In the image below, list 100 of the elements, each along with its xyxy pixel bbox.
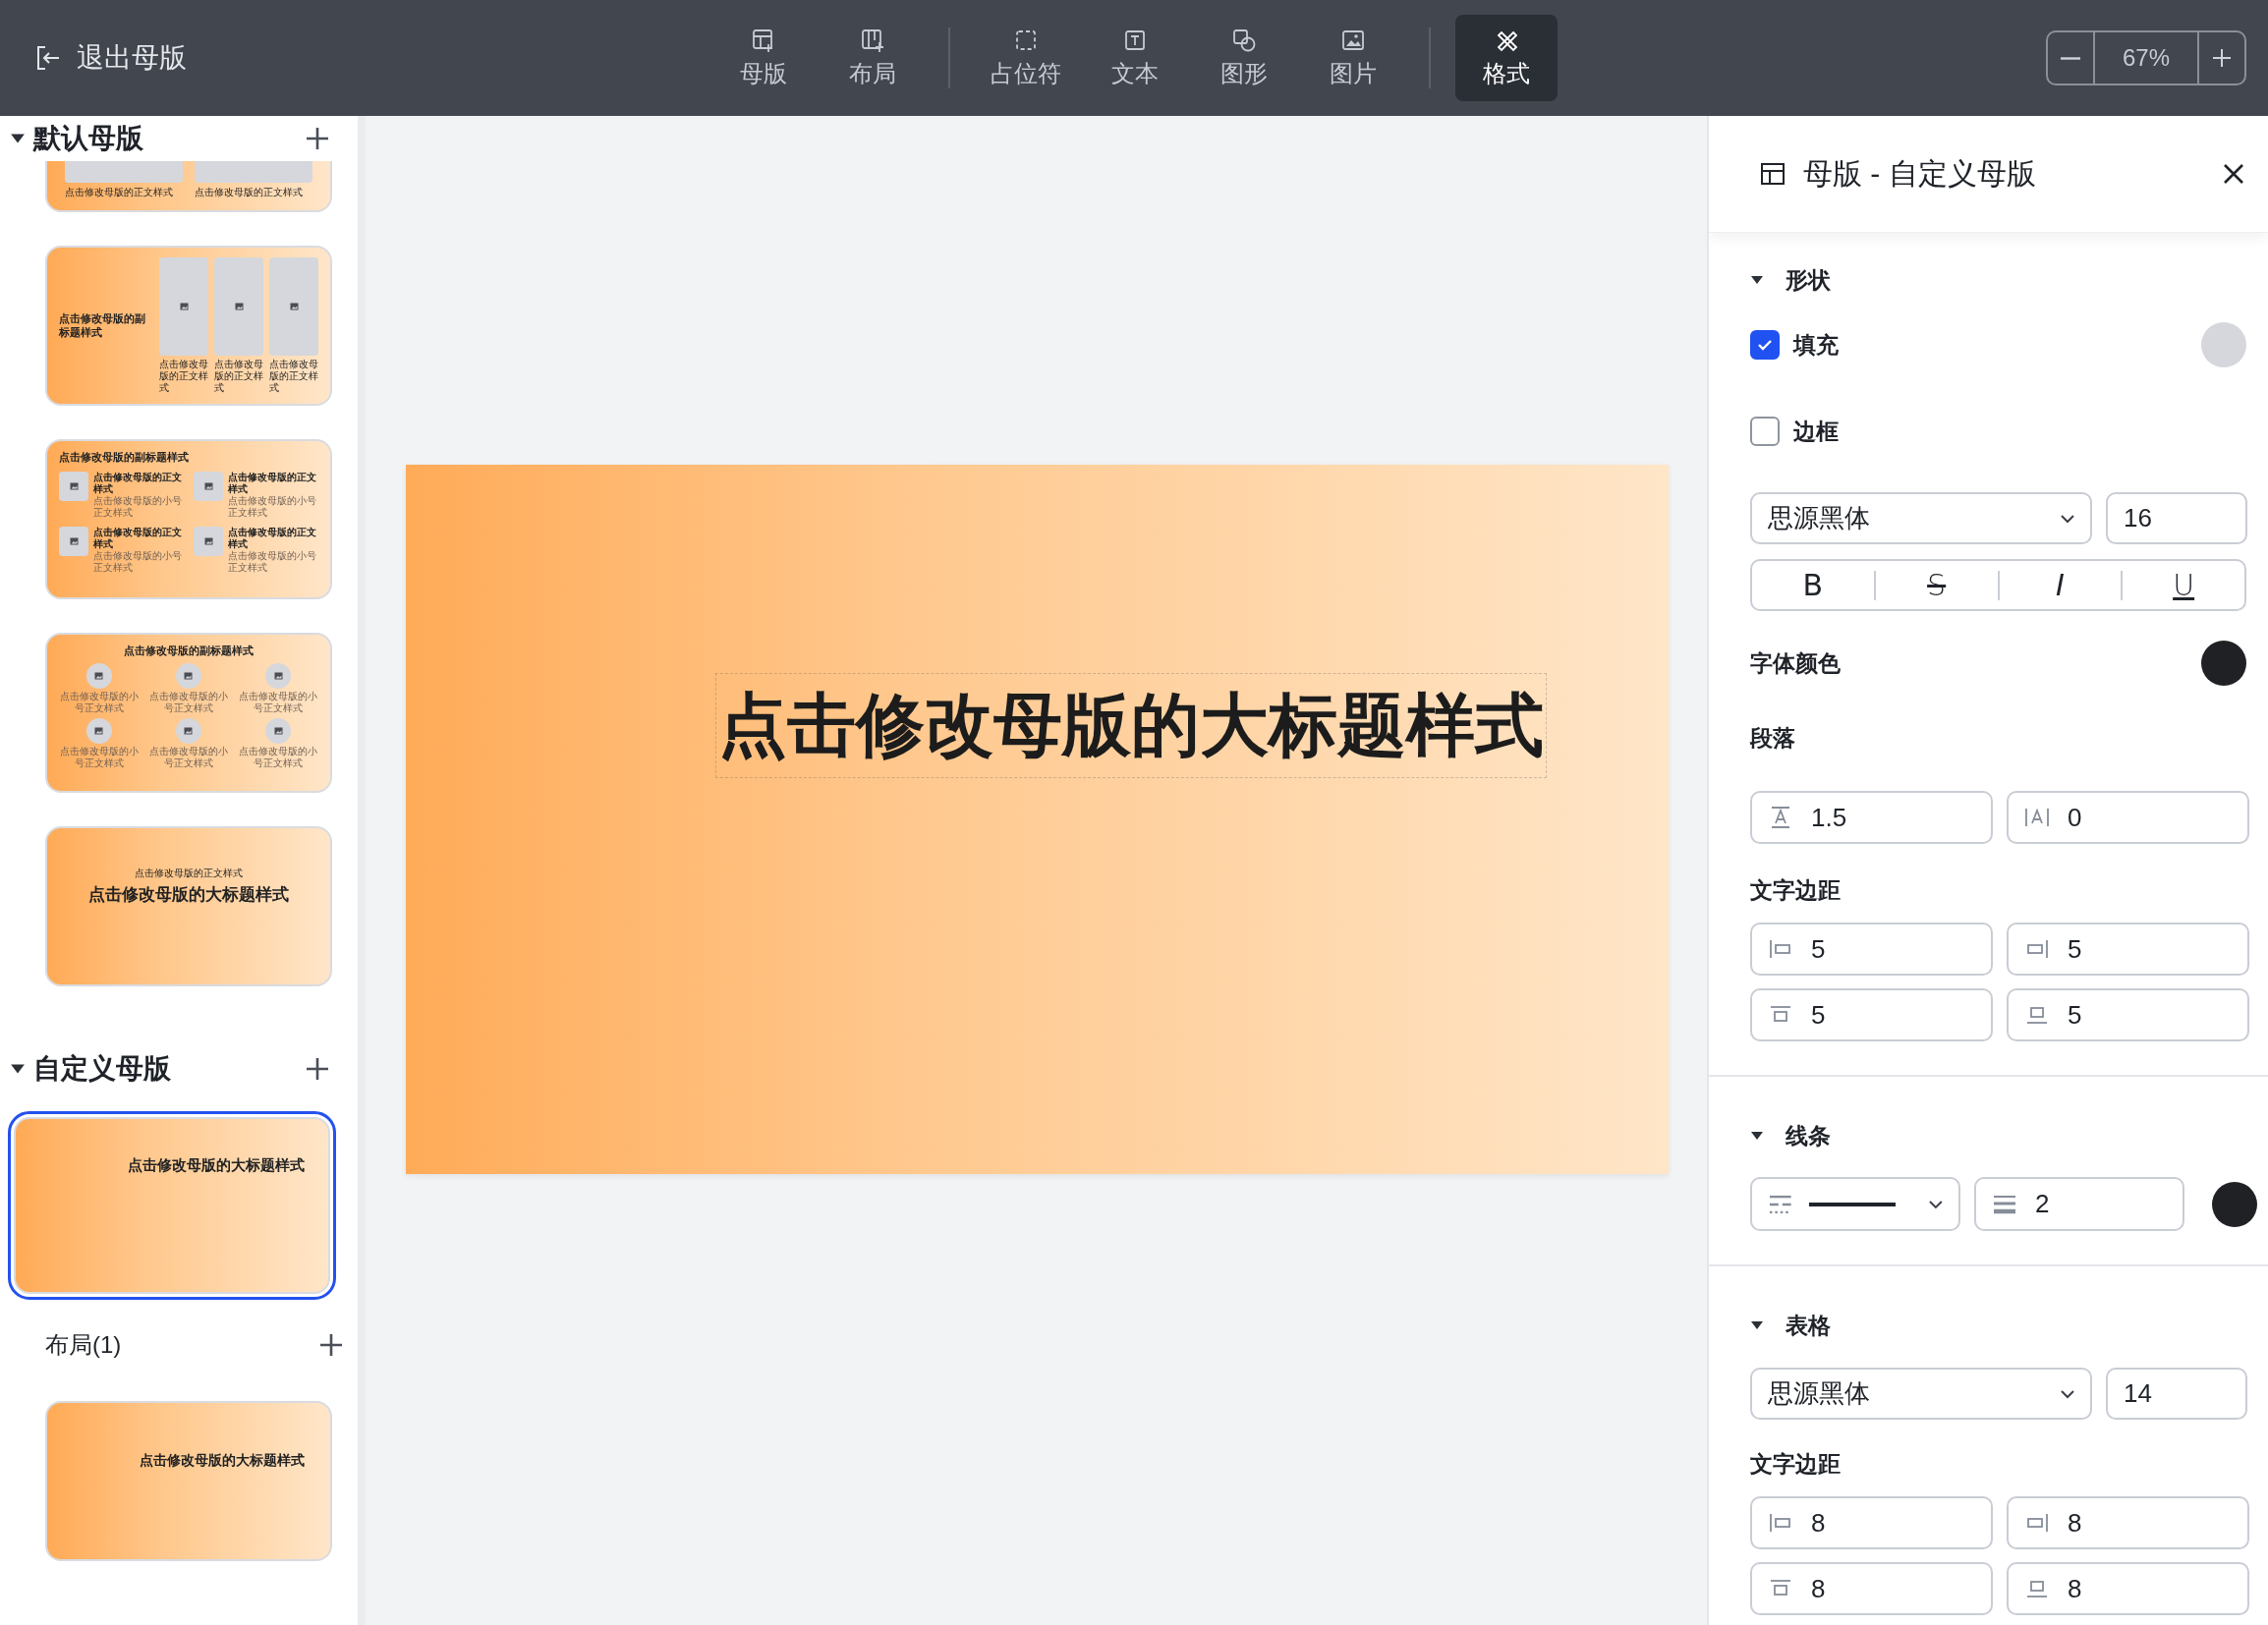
font-select[interactable]: 思源黑体 — [1750, 1368, 2092, 1420]
bold-button[interactable]: B — [1752, 570, 1876, 600]
color-swatch[interactable] — [2201, 641, 2246, 686]
number-field[interactable]: 1.5 — [1750, 791, 1993, 844]
number-field[interactable]: 8 — [1750, 1562, 1993, 1615]
number-field[interactable]: 8 — [2007, 1496, 2249, 1549]
minus-icon — [2061, 56, 2080, 60]
layout-title: 布局(1) — [45, 1330, 123, 1360]
toolbar-button[interactable]: 占位符 — [975, 15, 1077, 101]
checkbox[interactable] — [1750, 417, 1780, 446]
line-style-icon — [1768, 1193, 1793, 1215]
thumbnail-title: 点击修改母版的副标题样式 — [59, 451, 190, 465]
image-icon — [184, 672, 194, 681]
thumbnail-text: 点击修改母版的正文样式 — [159, 359, 208, 394]
add-button[interactable] — [305, 1056, 330, 1082]
plus-icon — [2211, 47, 2233, 69]
font-size-field[interactable]: 16 — [2106, 492, 2247, 544]
toolbar-button[interactable]: 文本 — [1084, 15, 1186, 101]
thumbnail-text: 点击修改母版的正文样式 — [93, 472, 183, 495]
plus-icon — [305, 126, 330, 151]
toolbar-button[interactable]: 母版 — [712, 15, 815, 101]
thumbnail-text: 点击修改母版的小号正文样式 — [228, 495, 317, 520]
image-icon — [234, 303, 244, 310]
slide-thumbnail[interactable]: 点击修改母版的正文样式 点击修改母版的正文样式 — [45, 161, 332, 212]
add-button[interactable] — [318, 1332, 344, 1358]
slide-title[interactable]: 点击修改母版的大标题样式 — [715, 673, 1547, 778]
chevron-down-icon — [2059, 512, 2076, 525]
image-icon — [273, 672, 283, 681]
section-title: 形状 — [1786, 265, 1831, 295]
toolbar-button[interactable]: 图片 — [1302, 15, 1404, 101]
group-title: 自定义母版 — [33, 1052, 172, 1086]
thumbnail-text: 点击修改母版的小号正文样式 — [93, 550, 183, 575]
strike-button[interactable]: S — [1875, 570, 2000, 600]
toolbar-button[interactable]: 格式 — [1455, 15, 1558, 101]
font-select[interactable]: 思源黑体 — [1750, 492, 2092, 544]
image-icon — [289, 303, 299, 310]
slide-thumbnail[interactable]: 点击修改母版的正文样式 点击修改母版的大标题样式 — [45, 826, 332, 986]
number-field[interactable]: 5 — [2007, 988, 2249, 1041]
thumbnail-text: 点击修改母版的正文样式 — [195, 187, 304, 198]
image-icon — [184, 727, 194, 736]
image-icon — [203, 482, 213, 491]
thumbnail-title: 点击修改母版的副标题样式 — [59, 312, 146, 339]
thumbnail-text: 点击修改母版的正文样式 — [228, 472, 317, 495]
line-width-field[interactable]: 2 — [1974, 1177, 2184, 1231]
toolbar-button[interactable]: 布局 — [822, 15, 924, 101]
font-size-field[interactable]: 14 — [2106, 1368, 2247, 1420]
thumbnail-text: 点击修改母版的正文样式 — [214, 359, 263, 394]
number-field[interactable]: 5 — [2007, 923, 2249, 976]
add-button[interactable] — [305, 126, 330, 151]
color-swatch[interactable] — [2201, 322, 2246, 367]
group-label: 段落 — [1750, 723, 1795, 753]
checkbox[interactable] — [1750, 330, 1780, 360]
thumbnail-text: 点击修改母版的小号正文样式 — [93, 495, 183, 520]
color-swatch[interactable] — [2212, 1181, 2257, 1227]
image-icon — [179, 303, 189, 310]
option-label: 字体颜色 — [1750, 648, 1842, 678]
section-title: 线条 — [1786, 1121, 1831, 1150]
thumbnail-text: 点击修改母版的小号正文样式 — [148, 691, 229, 715]
image-icon — [273, 727, 283, 736]
thumbnail-text: 点击修改母版的小号正文样式 — [148, 746, 229, 770]
image-icon — [203, 537, 213, 546]
columns-plus-icon — [859, 27, 886, 54]
number-field[interactable]: 8 — [2007, 1562, 2249, 1615]
chevron-down-icon — [1927, 1198, 1945, 1210]
chevron-down-icon — [2059, 1387, 2076, 1400]
line-style-select[interactable] — [1750, 1177, 1960, 1231]
number-field[interactable]: 0 — [2007, 791, 2249, 844]
number-field[interactable]: 5 — [1750, 923, 1993, 976]
line-weight-icon — [1992, 1193, 2017, 1215]
image-icon — [69, 537, 79, 546]
section-title: 表格 — [1786, 1311, 1831, 1340]
thumbnail-text: 点击修改母版的正文样式 — [228, 527, 317, 550]
shapes-icon — [1230, 27, 1258, 54]
number-field[interactable]: 5 — [1750, 988, 1993, 1041]
italic-button[interactable]: I — [1999, 570, 2124, 600]
thumbnail-text: 点击修改母版的小号正文样式 — [58, 691, 140, 715]
thumbnail-text: 点击修改母版的正文样式 — [135, 868, 243, 879]
slide-thumbnail[interactable]: 点击修改母版的副标题样式 点击修改母版的正文样式 点击修改母版的正文样式 点击修改母版的正文样式 — [45, 246, 332, 406]
thumbnail-text: 点击修改母版的正文样式 — [269, 359, 318, 394]
group-label: 文字边距 — [1750, 875, 1841, 905]
thumbnail-text: 点击修改母版的小号正文样式 — [58, 746, 140, 770]
toolbar-button[interactable]: 图形 — [1193, 15, 1295, 101]
image-icon — [94, 727, 104, 736]
thumbnail-title: 点击修改母版的大标题样式 — [88, 885, 289, 906]
number-field[interactable]: 8 — [1750, 1496, 1993, 1549]
underline-button[interactable]: U — [2123, 570, 2244, 600]
slide-thumbnail[interactable]: 点击修改母版的大标题样式 — [45, 1401, 332, 1561]
option-label: 边框 — [1793, 417, 1840, 446]
slide-thumbnail[interactable]: 点击修改母版的副标题样式 点击修改母版的正文样式 点击修改母版的小号正文样式 点击修改母版的正文样式 点击修改母版的小号正文样式 点击修改母版的正文样式 点击修改母版的小号正文样式 点击修改母版的正文样式 点击修改母版的小号正文样式 — [45, 439, 332, 599]
option-label: 填充 — [1793, 330, 1840, 360]
zoom-level: 67% — [2093, 32, 2199, 84]
slide-thumbnail[interactable]: 点击修改母版的副标题样式 点击修改母版的小号正文样式 点击修改母版的小号正文样式 点击修改母版的小号正文样式 点击修改母版的小号正文样式 点击修改母版的小号正文样式 点击修改母版的小号正文样式 — [45, 633, 332, 793]
thumbnail-text: 点击修改母版的正文样式 — [93, 527, 183, 550]
thumbnail-title: 点击修改母版的大标题样式 — [140, 1452, 305, 1469]
panel-title: 母版 - 自定义母版 — [1803, 155, 2037, 192]
group-label: 文字边距 — [1750, 1449, 1841, 1479]
thumbnail-text: 点击修改母版的正文样式 — [65, 187, 174, 198]
thumbnail-title: 点击修改母版的副标题样式 — [124, 644, 254, 658]
thumbnail-text: 点击修改母版的小号正文样式 — [238, 691, 319, 715]
exit-button[interactable]: 退出母版 — [24, 33, 197, 83]
